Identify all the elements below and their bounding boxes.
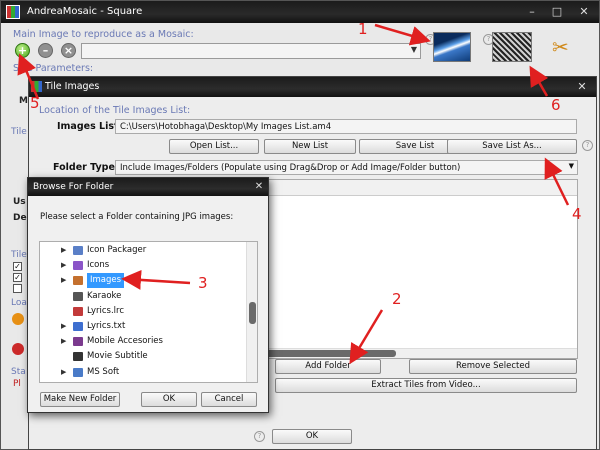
annotation-arrow — [349, 309, 384, 365]
annotation-number: 1 — [358, 20, 368, 38]
annotation-arrow — [529, 65, 549, 97]
annotation-arrow — [17, 53, 40, 100]
annotation-number: 6 — [551, 96, 561, 114]
annotation-number: 5 — [30, 94, 40, 112]
annotation-number: 2 — [392, 290, 402, 308]
annotation-arrow — [374, 23, 431, 46]
annotation-arrow — [121, 269, 191, 290]
annotation-number: 4 — [572, 205, 582, 223]
annotation-number: 3 — [198, 274, 208, 292]
annotation-arrow — [544, 157, 570, 206]
annotation-overlay — [17, 23, 570, 365]
